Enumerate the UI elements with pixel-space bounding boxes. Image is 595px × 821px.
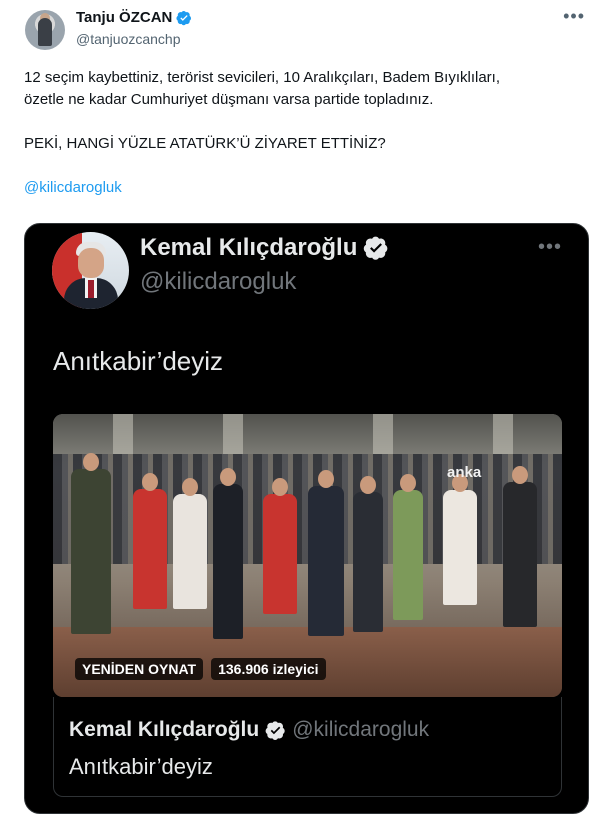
author-name-row: Tanju ÖZCAN [76,9,192,26]
tweet-card: Tanju ÖZCAN @tanjuozcanchp ••• 12 seçim … [0,0,595,821]
embedded-verified-badge-icon [364,236,388,260]
embedded-tweet-text: Anıtkabir’deyiz [53,346,224,376]
tweet-line-2: özetle ne kadar Cumhuriyet düşmanı varsa… [24,91,434,108]
author-handle[interactable]: @tanjuozcanchp [76,31,181,47]
author-avatar[interactable] [25,10,65,50]
video-watermark: anka [447,464,482,481]
tweet-line-3: PEKİ, HANGİ YÜZLE ATATÜRK’Ü ZİYARET ETTİ… [24,135,386,152]
more-options-icon[interactable]: ••• [563,6,585,27]
embedded-author-name: Kemal Kılıçdaroğlu [140,234,358,261]
author-name[interactable]: Tanju ÖZCAN [76,9,172,26]
caption-author-handle: @kilicdarogluk [292,718,430,741]
verified-badge-icon [176,10,192,25]
tweet-line-1: 12 seçim kaybettiniz, terörist seviciler… [24,69,500,86]
video-overlay: YENİDEN OYNAT 136.906 izleyici [75,658,326,680]
mention-link[interactable]: @kilicdarogluk [24,177,584,199]
tweet-body: 12 seçim kaybettiniz, terörist seviciler… [24,67,584,199]
embedded-author-avatar [52,232,129,309]
embedded-more-icon: ••• [537,236,562,258]
caption-author-name: Kemal Kılıçdaroğlu [69,718,260,741]
replay-label: YENİDEN OYNAT [75,658,204,680]
embedded-tweet-image[interactable]: Kemal Kılıçdaroğlu @kilicdarogluk ••• An… [24,223,589,814]
video-caption-box [53,697,562,797]
video-caption-row: Kemal Kılıçdaroğlu @kilicdarogluk [69,718,429,742]
viewer-count: 136.906 izleyici [211,658,326,680]
embedded-author-handle: @kilicdarogluk [140,268,297,295]
embedded-name-row: Kemal Kılıçdaroğlu [140,234,389,262]
caption-text: Anıtkabir’deyiz [69,754,213,779]
caption-verified-badge-icon [265,720,285,740]
video-thumbnail: anka YENİDEN OYNAT 136.906 izleyici [53,414,562,697]
